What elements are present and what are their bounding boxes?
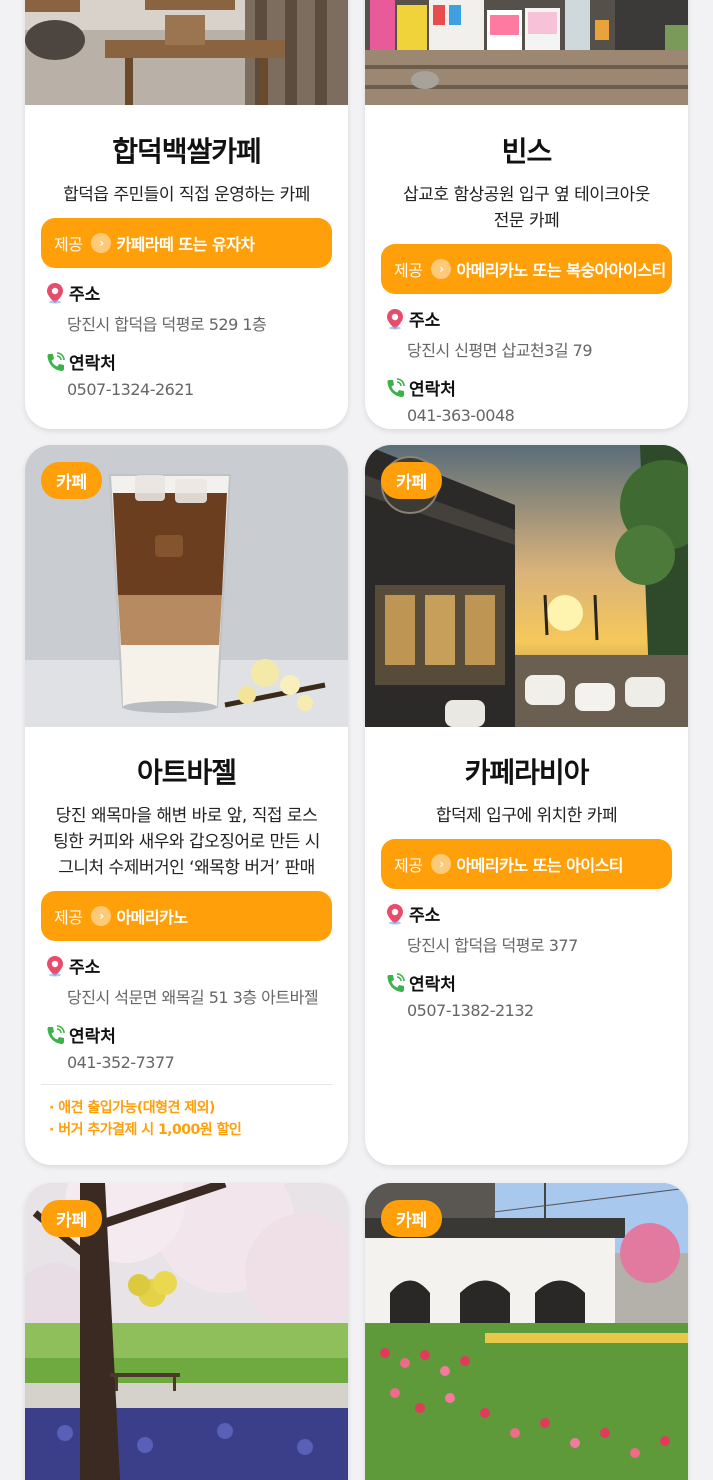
address-heading: 주소 xyxy=(45,953,332,978)
cafe-card[interactable]: 카페 아트바젤 당진 왜목마을 해변 바로 앞, 직접 로스팅한 커피와 새우와… xyxy=(25,445,348,1165)
phone-value[interactable]: 0507-1382-2132 xyxy=(407,1001,672,1020)
cafe-name: 합덕백쌀카페 xyxy=(112,135,262,168)
offer-banner[interactable]: 제공 › 카페라떼 또는 유자차 xyxy=(41,218,332,268)
map-pin-icon xyxy=(387,903,403,924)
address-heading: 주소 xyxy=(385,901,672,926)
offer-banner[interactable]: 제공 › 아메리카노 또는 아이스티 xyxy=(381,839,672,889)
map-pin-icon xyxy=(387,308,403,329)
phone-icon xyxy=(387,377,405,397)
cafe-name: 카페라비아 xyxy=(464,756,590,789)
phone-value[interactable]: 041-363-0048 xyxy=(407,406,672,425)
chevron-right-icon: › xyxy=(91,906,112,926)
address-label: 주소 xyxy=(69,958,101,978)
offer-banner[interactable]: 제공 › 아메리카노 xyxy=(41,891,332,941)
offer-prefix: 제공 xyxy=(54,235,83,254)
phone-icon xyxy=(47,1024,65,1044)
cafe-description: 당진 왜목마을 해변 바로 앞, 직접 로스팅한 커피와 새우와 갑오징어로 만… xyxy=(53,806,320,878)
address-heading: 주소 xyxy=(385,306,672,331)
cafe-photo xyxy=(365,0,688,105)
offer-prefix: 제공 xyxy=(54,908,83,927)
cafe-photo: 카페 xyxy=(365,1183,688,1480)
phone-value[interactable]: 041-352-7377 xyxy=(67,1053,332,1072)
cafe-photo: 카페 xyxy=(365,445,688,727)
cafe-description: 합덕읍 주민들이 직접 운영하는 카페 xyxy=(63,185,310,205)
address-label: 주소 xyxy=(69,285,101,305)
offer-prefix: 제공 xyxy=(394,856,423,875)
note-item: · 애견 출입가능(대형견 제외) xyxy=(49,1100,215,1116)
cafe-photo: 카페 xyxy=(25,1183,348,1480)
chevron-right-icon: › xyxy=(91,233,112,253)
note-item: · 버거 추가결제 시 1,000원 할인 xyxy=(49,1122,242,1138)
category-tag: 카페 xyxy=(41,1200,103,1237)
category-tag: 카페 xyxy=(41,462,103,499)
offer-text: 카페라떼 또는 유자차 xyxy=(116,235,255,254)
category-tag: 카페 xyxy=(381,1200,443,1237)
address-value: 당진시 석문면 왜목길 51 3층 아트바젤 xyxy=(67,988,319,1007)
contact-label: 연락처 xyxy=(409,380,456,400)
address-label: 주소 xyxy=(409,311,441,331)
contact-heading: 연락처 xyxy=(385,970,672,995)
offer-banner[interactable]: 제공 › 아메리카노 또는 복숭아아이스티 xyxy=(381,244,672,294)
address-value: 당진시 합덕읍 덕평로 377 xyxy=(407,936,578,955)
contact-heading: 연락처 xyxy=(385,375,672,400)
divider xyxy=(41,1084,332,1085)
contact-label: 연락처 xyxy=(69,1027,116,1047)
offer-text: 아메리카노 또는 아이스티 xyxy=(456,856,624,875)
phone-icon xyxy=(47,351,65,371)
cafe-photo xyxy=(25,0,348,105)
cafe-card[interactable]: 빈스 삽교호 함상공원 입구 옆 테이크아웃 전문 카페 제공 › 아메리카노 … xyxy=(365,0,688,429)
chevron-right-icon: › xyxy=(431,854,452,874)
contact-label: 연락처 xyxy=(69,354,116,374)
address-heading: 주소 xyxy=(45,280,332,305)
offer-prefix: 제공 xyxy=(394,261,423,280)
offer-text: 아메리카노 xyxy=(116,908,188,927)
cafe-description: 합덕제 입구에 위치한 카페 xyxy=(435,806,618,826)
cafe-description: 삽교호 함상공원 입구 옆 테이크아웃 전문 카페 xyxy=(403,185,650,231)
map-pin-icon xyxy=(47,282,63,303)
map-pin-icon xyxy=(47,955,63,976)
contact-heading: 연락처 xyxy=(45,349,332,374)
contact-label: 연락처 xyxy=(409,975,456,995)
offer-text: 아메리카노 또는 복숭아아이스티 xyxy=(456,261,666,280)
cafe-card[interactable]: 카페 xyxy=(365,1183,688,1480)
phone-icon xyxy=(387,972,405,992)
category-tag: 카페 xyxy=(381,462,443,499)
address-label: 주소 xyxy=(409,906,441,926)
cafe-card[interactable]: 합덕백쌀카페 합덕읍 주민들이 직접 운영하는 카페 제공 › 카페라떼 또는 … xyxy=(25,0,348,429)
cafe-name: 아트바젤 xyxy=(136,756,237,789)
cafe-card[interactable]: 카페 xyxy=(25,1183,348,1480)
address-value: 당진시 합덕읍 덕평로 529 1층 xyxy=(67,315,267,334)
notes-list: · 애견 출입가능(대형견 제외) · 버거 추가결제 시 1,000원 할인 xyxy=(41,1097,332,1141)
phone-value[interactable]: 0507-1324-2621 xyxy=(67,380,332,399)
address-value: 당진시 신평면 삽교천3길 79 xyxy=(407,341,593,360)
contact-heading: 연락처 xyxy=(45,1022,332,1047)
cafe-card[interactable]: 카페 카페라비아 합덕제 입구에 위치한 카페 제공 › 아메리카노 또는 아이… xyxy=(365,445,688,1165)
cafe-photo: 카페 xyxy=(25,445,348,727)
chevron-right-icon: › xyxy=(431,259,452,279)
cafe-name: 빈스 xyxy=(501,135,553,168)
